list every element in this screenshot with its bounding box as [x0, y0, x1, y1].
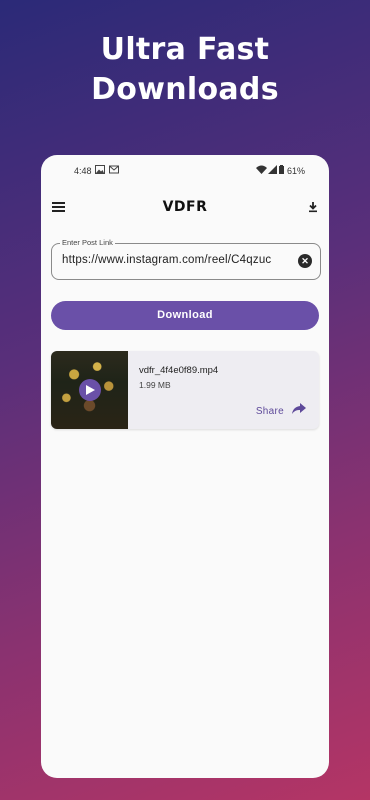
file-name: vdfr_4f4e0f89.mp4: [139, 365, 219, 376]
download-button[interactable]: Download: [51, 301, 319, 330]
headline-line-1: Ultra Fast: [100, 32, 270, 67]
phone-screen: 4:48 61% VDFR Enter Post Link https://ww…: [41, 155, 329, 778]
post-link-input[interactable]: https://www.instagram.com/reel/C4qzuc: [62, 254, 286, 266]
post-link-label: Enter Post Link: [60, 238, 115, 247]
share-button[interactable]: Share: [256, 406, 284, 417]
downloads-icon[interactable]: [308, 201, 318, 213]
play-icon: [86, 385, 95, 395]
app-bar: VDFR: [41, 193, 329, 223]
battery-percent: 61%: [287, 166, 306, 176]
share-icon[interactable]: [292, 403, 306, 415]
status-time: 4:48: [74, 166, 92, 176]
battery-icon: [279, 165, 284, 174]
signal-icon: [268, 165, 277, 174]
play-button[interactable]: [79, 379, 101, 401]
download-item-card[interactable]: vdfr_4f4e0f89.mp4 1.99 MB Share: [51, 351, 319, 429]
post-link-field[interactable]: Enter Post Link https://www.instagram.co…: [51, 238, 321, 280]
clear-icon[interactable]: ✕: [298, 254, 312, 268]
promo-headline: Ultra Fast Downloads: [0, 30, 370, 110]
app-title: VDFR: [162, 199, 208, 215]
wifi-icon: [256, 165, 267, 174]
status-bar: 4:48 61%: [41, 155, 329, 185]
headline-line-2: Downloads: [91, 72, 279, 107]
image-icon: [95, 165, 105, 174]
file-size: 1.99 MB: [139, 380, 171, 390]
video-thumbnail[interactable]: [51, 351, 128, 429]
mail-icon: [109, 165, 119, 174]
